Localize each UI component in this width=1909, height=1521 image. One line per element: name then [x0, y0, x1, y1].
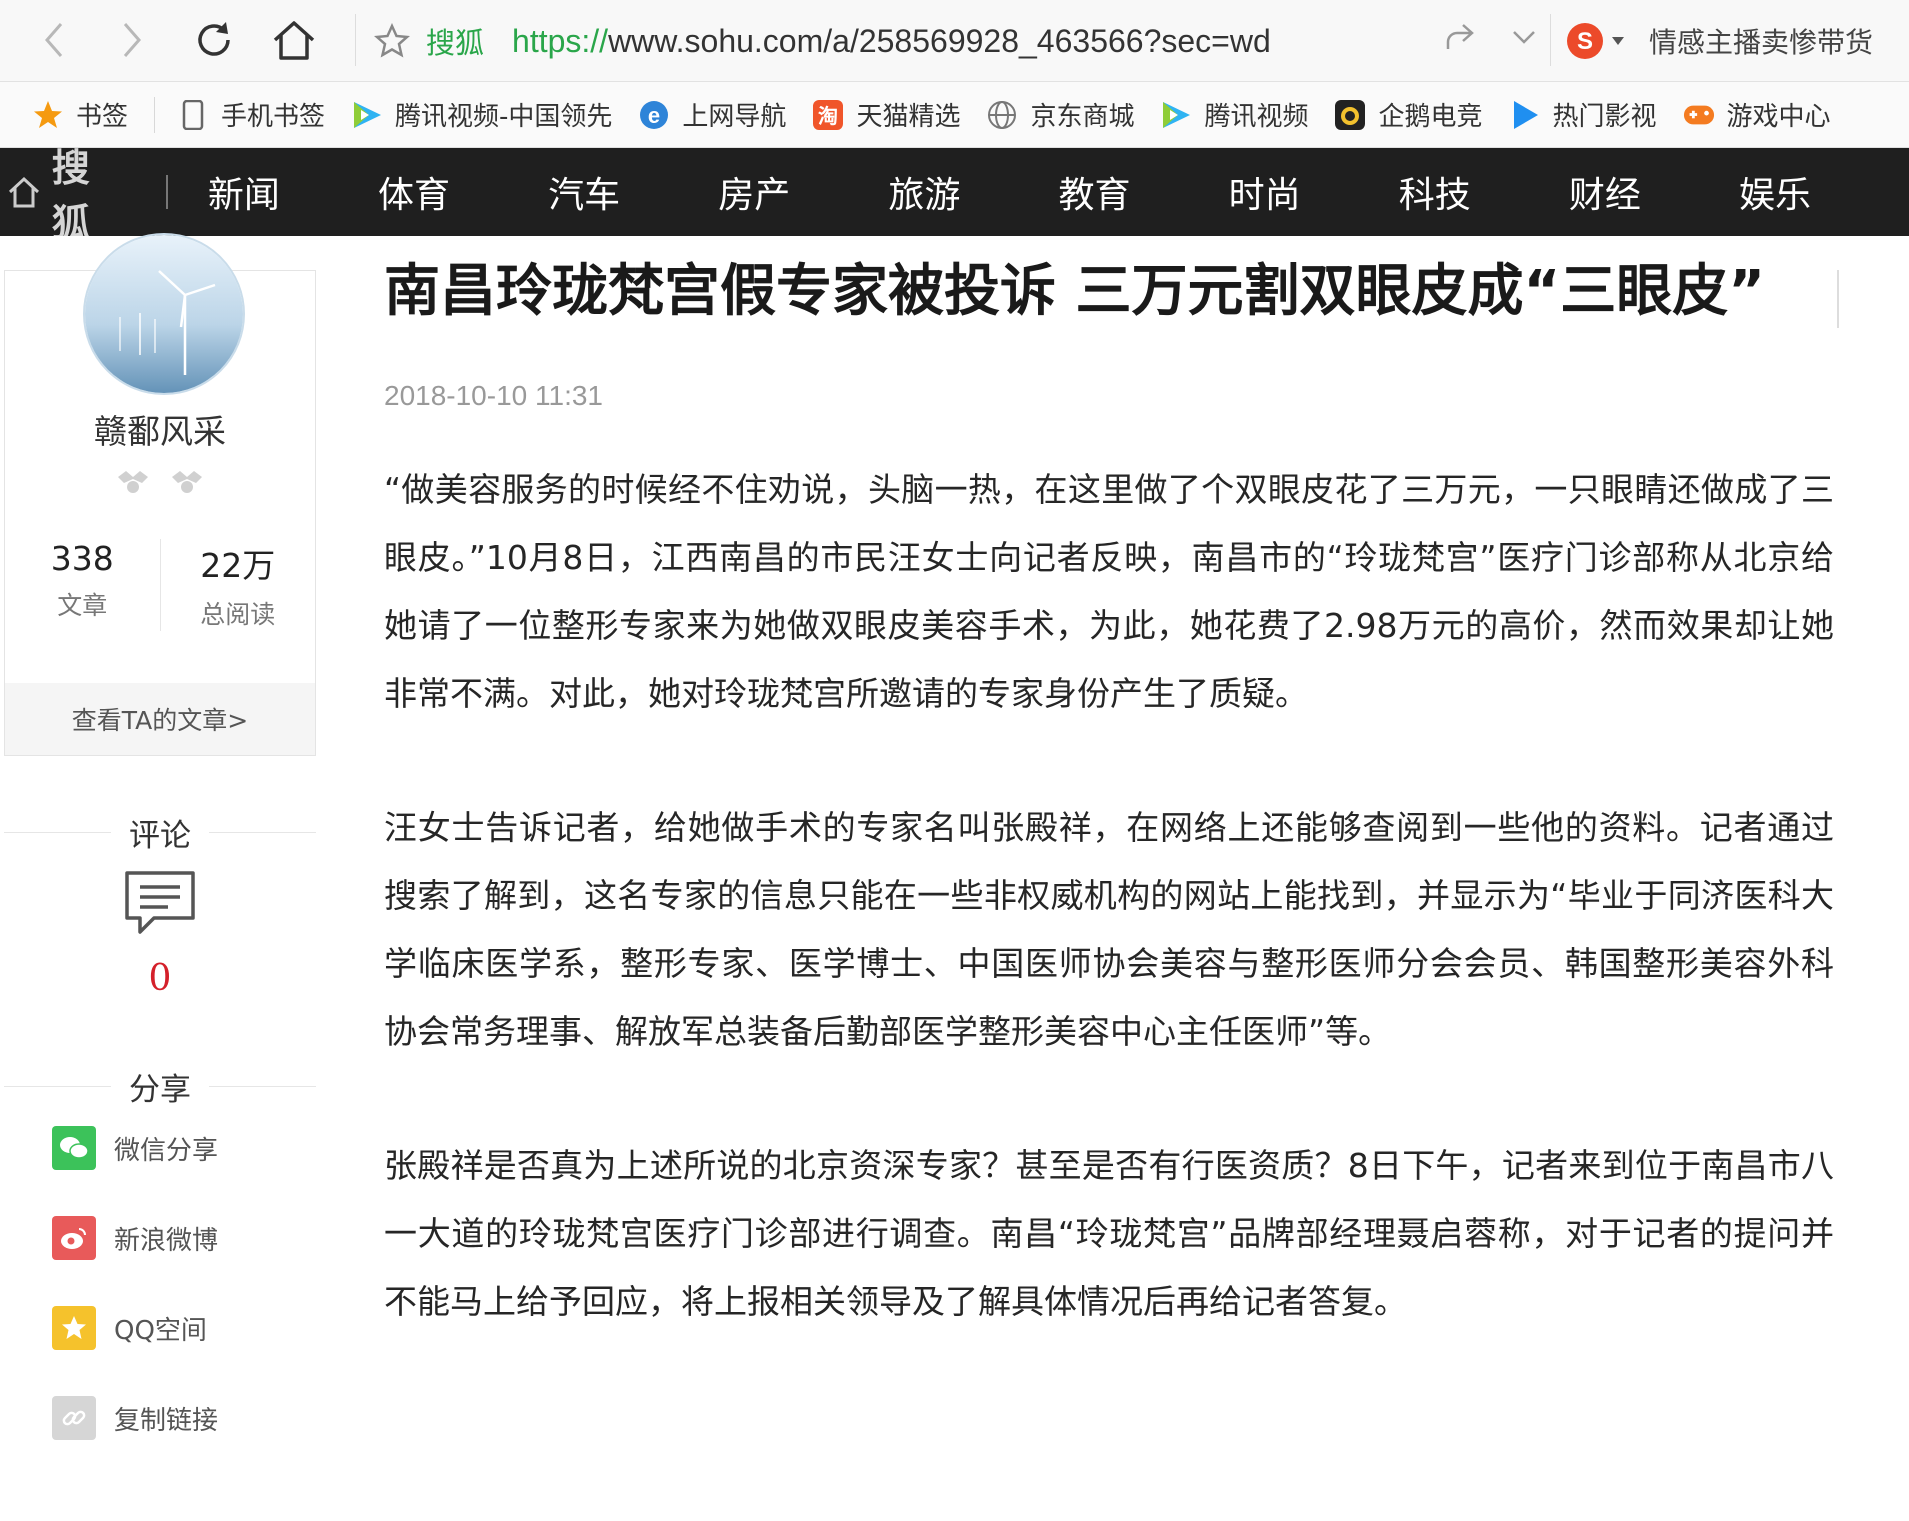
reads-stat: 22万 总阅读: [159, 539, 316, 631]
nav-item-auto[interactable]: 汽车: [548, 166, 718, 218]
medal-icon: [172, 471, 202, 493]
share-wechat-button[interactable]: 微信分享: [52, 1126, 218, 1170]
view-author-articles-link[interactable]: 查看TA的文章>: [5, 683, 315, 755]
site-identity: 搜狐: [426, 26, 485, 60]
nav-divider: [165, 175, 168, 209]
article: 南昌玲珑梵宫假专家被投诉 三万元割双眼皮成“三眼皮” 2018-10-10 11…: [384, 250, 1834, 1336]
article-date: 2018-10-10 11:31: [384, 380, 603, 411]
search-suggestion[interactable]: 情感主播卖惨带货: [1649, 21, 1873, 61]
svg-text:e: e: [648, 103, 660, 128]
article-paragraph: “做美容服务的时候经不住劝说，头脑一热，在这里做了个双眼皮花了三万元，一只眼睛还…: [384, 470, 1834, 713]
tencent-video-icon: [351, 99, 383, 131]
toolbar-divider: [1550, 14, 1551, 66]
search-box[interactable]: S 情感主播卖惨带货: [1565, 14, 1873, 68]
sohu-logo[interactable]: 搜狐: [52, 148, 136, 236]
nav-item-fashion[interactable]: 时尚: [1229, 166, 1399, 218]
articles-label: 文章: [57, 591, 108, 620]
site-navigation: 搜狐 新闻 体育 汽车 房产 旅游 教育 时尚 科技 财经 娱乐: [0, 148, 1909, 236]
reads-count: 22万: [200, 546, 276, 585]
refresh-icon: [198, 22, 230, 56]
back-button[interactable]: [28, 14, 80, 66]
phone-icon: [177, 99, 209, 131]
tencent-video-icon: [1160, 99, 1192, 131]
comments-section-title: 评论: [4, 810, 316, 855]
bookmark-star-icon[interactable]: [372, 21, 412, 61]
bookmark-item[interactable]: 企鹅电竞: [1334, 96, 1483, 133]
address-bar[interactable]: 搜狐 https://www.sohu.com/a/258569928_4635…: [372, 10, 1537, 72]
qzone-icon: [52, 1306, 96, 1350]
bookmark-item[interactable]: 手机书签: [177, 96, 325, 133]
reload-button[interactable]: [188, 14, 240, 66]
share-section-title: 分享: [4, 1064, 316, 1109]
sogou-logo-icon: S: [1567, 23, 1603, 59]
article-paragraph: 张殿祥是否真为上述所说的北京资深专家？甚至是否有行医资质？8日下午，记者来到位于…: [384, 1146, 1834, 1321]
svg-text:S: S: [1577, 28, 1593, 55]
home-icon[interactable]: [0, 148, 48, 236]
bookmark-separator: [154, 96, 156, 133]
article-title: 南昌玲珑梵宫假专家被投诉 三万元割双眼皮成“三眼皮”: [384, 259, 1766, 324]
nav-item-tech[interactable]: 科技: [1399, 166, 1569, 218]
star-icon: [32, 99, 64, 131]
share-qzone-button[interactable]: QQ空间: [52, 1306, 207, 1350]
avatar[interactable]: [83, 233, 245, 395]
bookmarks-bar: 书签 手机书签 腾讯视频-中国领先 e 上网导航 淘 天猫精选 京东商城 腾讯视…: [0, 82, 1909, 148]
comment-icon[interactable]: [124, 870, 196, 936]
chevron-right-icon: [123, 23, 141, 57]
reads-label: 总阅读: [200, 600, 276, 629]
gamepad-icon: [1683, 99, 1715, 131]
articles-stat[interactable]: 338 文章: [5, 539, 160, 631]
nav-item-travel[interactable]: 旅游: [888, 166, 1058, 218]
forward-button[interactable]: [106, 14, 158, 66]
dropdown-arrow-icon[interactable]: [1611, 36, 1625, 46]
nav-item-news[interactable]: 新闻: [208, 166, 378, 218]
nav-item-house[interactable]: 房产: [718, 166, 888, 218]
nav-item-finance[interactable]: 财经: [1569, 166, 1739, 218]
globe-icon: [986, 99, 1018, 131]
bookmark-item[interactable]: 淘 天猫精选: [812, 96, 960, 133]
url-text[interactable]: https://www.sohu.com/a/258569928_463566?…: [512, 23, 1271, 60]
author-card: 赣鄱风采 338 文章 22万 总阅读 查看TA的文章>: [4, 233, 316, 756]
link-icon: [52, 1396, 96, 1440]
author-stats: 338 文章 22万 总阅读: [5, 539, 315, 631]
bookmark-item[interactable]: 热门影视: [1509, 96, 1657, 133]
medal-icon: [118, 471, 148, 493]
article-paragraph: 汪女士告诉记者，给她做手术的专家名叫张殿祥，在网络上还能够查阅到一些他的资料。记…: [384, 808, 1834, 1051]
weibo-icon: [52, 1216, 96, 1260]
svg-text:淘: 淘: [818, 104, 838, 128]
tmall-icon: 淘: [812, 99, 844, 131]
nav-item-entertainment[interactable]: 娱乐: [1739, 166, 1909, 218]
share-weibo-button[interactable]: 新浪微博: [52, 1216, 218, 1260]
penguin-icon: [1334, 99, 1366, 131]
author-name[interactable]: 赣鄱风采: [5, 405, 315, 453]
bookmark-item[interactable]: 腾讯视频: [1160, 96, 1308, 133]
nav-item-education[interactable]: 教育: [1058, 166, 1228, 218]
toolbar-divider: [355, 14, 356, 66]
browser-toolbar: 搜狐 https://www.sohu.com/a/258569928_4635…: [0, 0, 1909, 82]
share-page-icon[interactable]: [1443, 22, 1475, 56]
articles-count: 338: [50, 539, 114, 578]
nav-item-sports[interactable]: 体育: [378, 166, 548, 218]
chevron-left-icon: [45, 23, 63, 57]
bookmark-item[interactable]: 书签: [32, 96, 128, 133]
wechat-icon: [52, 1126, 96, 1170]
author-medals: [5, 467, 315, 497]
bookmark-item[interactable]: e 上网导航: [638, 96, 786, 133]
bookmark-item[interactable]: 游戏中心: [1683, 96, 1831, 133]
chevron-down-icon[interactable]: [1511, 28, 1537, 50]
home-icon: [273, 21, 315, 60]
home-button[interactable]: [268, 14, 320, 66]
bookmark-item[interactable]: 京东商城: [986, 96, 1134, 133]
address-tools: [1443, 22, 1537, 56]
play-icon: [1509, 99, 1541, 131]
copy-link-button[interactable]: 复制链接: [52, 1396, 218, 1440]
bookmark-item[interactable]: 腾讯视频-中国领先: [351, 96, 612, 133]
title-divider: [1837, 270, 1839, 328]
ie-icon: e: [638, 99, 670, 131]
comment-count[interactable]: 0: [0, 958, 320, 999]
